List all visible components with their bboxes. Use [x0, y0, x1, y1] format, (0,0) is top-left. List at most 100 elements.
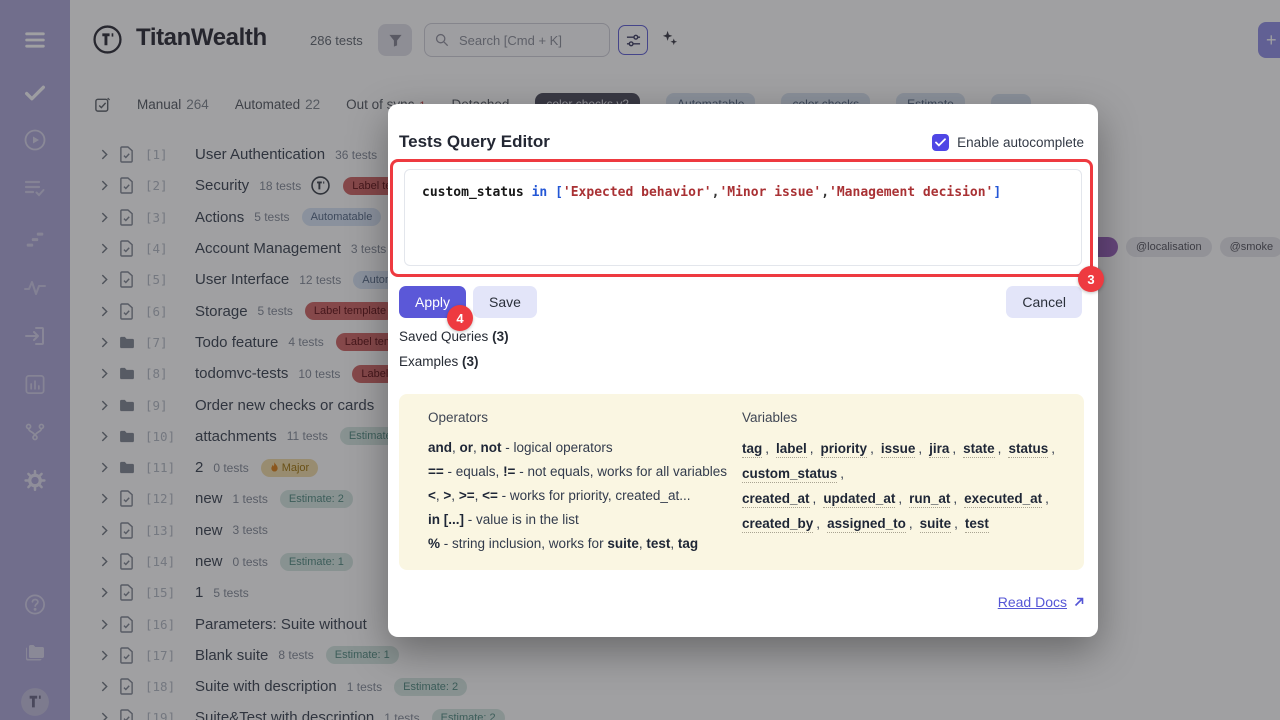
variable-token[interactable]: issue	[881, 441, 916, 458]
code-token: 'Management decision'	[829, 185, 993, 200]
variable-line: created_by,assigned_to,suite,test	[742, 511, 1062, 536]
operator-segment: - string inclusion, works for	[440, 536, 607, 551]
variable-token[interactable]: label	[776, 441, 807, 458]
read-docs-link[interactable]: Read Docs	[998, 594, 1085, 610]
operator-segment: - value is in the list	[464, 512, 579, 527]
variable-token[interactable]: created_at	[742, 491, 810, 508]
variable-separator: ,	[954, 516, 958, 531]
variable-token[interactable]: jira	[929, 441, 949, 458]
external-link-icon	[1073, 596, 1085, 608]
variable-token[interactable]: executed_at	[964, 491, 1042, 508]
variable-separator: ,	[909, 516, 913, 531]
operator-line: % - string inclusion, works for suite, t…	[428, 532, 727, 556]
variable-separator: ,	[1045, 491, 1049, 506]
operator-segment: - equals,	[444, 464, 503, 479]
operator-segment: and	[428, 440, 452, 455]
code-token: 'Expected behavior'	[563, 185, 712, 200]
saved-queries-section[interactable]: Saved Queries (3)	[399, 329, 509, 344]
read-docs-label: Read Docs	[998, 594, 1067, 610]
operator-segment: ,	[475, 488, 483, 503]
operator-segment: ,	[451, 488, 459, 503]
variable-token[interactable]: status	[1008, 441, 1048, 458]
code-token	[524, 185, 532, 200]
variable-separator: ,	[810, 441, 814, 456]
operator-segment: - logical operators	[502, 440, 613, 455]
operator-segment: test	[646, 536, 670, 551]
operator-segment: or	[460, 440, 474, 455]
step-badge-4: 4	[447, 305, 473, 331]
step-badge-3: 3	[1078, 266, 1104, 292]
saved-queries-label: Saved Queries	[399, 329, 488, 344]
operators-title: Operators	[428, 410, 488, 425]
variable-separator: ,	[898, 491, 902, 506]
operators-lines: and, or, not - logical operators== - equ…	[428, 436, 727, 556]
saved-queries-count: (3)	[492, 329, 509, 344]
variable-token[interactable]: custom_status	[742, 466, 837, 483]
variable-line: tag,label,priority,issue,jira,state,stat…	[742, 436, 1062, 461]
operator-line: <, >, >=, <= - works for priority, creat…	[428, 484, 727, 508]
variable-separator: ,	[840, 466, 844, 481]
variable-token[interactable]: created_by	[742, 516, 813, 533]
query-reference-panel: Operators Variables and, or, not - logic…	[399, 394, 1084, 570]
variable-token[interactable]: run_at	[909, 491, 950, 508]
variable-separator: ,	[1051, 441, 1055, 456]
variable-token[interactable]: priority	[821, 441, 868, 458]
operator-segment: - not equals, works for all variables	[515, 464, 727, 479]
operator-segment: suite	[607, 536, 639, 551]
checkbox-checked-icon[interactable]	[932, 134, 949, 151]
examples-count: (3)	[462, 354, 479, 369]
variable-separator: ,	[953, 491, 957, 506]
code-token: custom_status	[422, 185, 524, 200]
variable-token[interactable]: suite	[920, 516, 952, 533]
variable-separator: ,	[952, 441, 956, 456]
code-token: [	[555, 185, 563, 200]
operator-segment: tag	[678, 536, 698, 551]
operator-segment: >=	[459, 488, 475, 503]
operator-segment: ,	[473, 440, 481, 455]
operator-segment: <	[428, 488, 436, 503]
variable-separator: ,	[998, 441, 1002, 456]
code-token: 'Minor issue'	[719, 185, 821, 200]
tests-query-editor-modal: Tests Query Editor Enable autocomplete c…	[388, 104, 1098, 637]
operator-segment: ==	[428, 464, 444, 479]
code-token: ]	[993, 185, 1001, 200]
examples-label: Examples	[399, 354, 458, 369]
operator-line: in [...] - value is in the list	[428, 508, 727, 532]
variable-separator: ,	[813, 491, 817, 506]
variable-token[interactable]: test	[965, 516, 989, 533]
operator-segment: ,	[670, 536, 678, 551]
variable-separator: ,	[816, 516, 820, 531]
variable-token[interactable]: tag	[742, 441, 762, 458]
operator-segment: - works for priority, created_at...	[498, 488, 691, 503]
variable-separator: ,	[918, 441, 922, 456]
code-token: ,	[821, 185, 829, 200]
operator-line: == - equals, != - not equals, works for …	[428, 460, 727, 484]
modal-title: Tests Query Editor	[399, 132, 550, 152]
code-token	[547, 185, 555, 200]
variable-line: custom_status,	[742, 461, 1062, 486]
variable-token[interactable]: assigned_to	[827, 516, 906, 533]
operator-segment: in [...]	[428, 512, 464, 527]
operator-segment: <=	[482, 488, 498, 503]
variable-separator: ,	[765, 441, 769, 456]
variable-line: created_at,updated_at,run_at,executed_at…	[742, 486, 1062, 511]
query-code[interactable]: custom_status in ['Expected behavior','M…	[422, 185, 1001, 200]
save-button[interactable]: Save	[473, 286, 537, 318]
autocomplete-label: Enable autocomplete	[957, 135, 1084, 150]
enable-autocomplete-toggle[interactable]: Enable autocomplete	[932, 134, 1084, 151]
operator-line: and, or, not - logical operators	[428, 436, 727, 460]
variable-token[interactable]: updated_at	[823, 491, 895, 508]
variables-title: Variables	[742, 410, 797, 425]
code-token: in	[532, 185, 548, 200]
cancel-button[interactable]: Cancel	[1006, 286, 1082, 318]
variable-token[interactable]: state	[963, 441, 995, 458]
variable-separator: ,	[870, 441, 874, 456]
operator-segment: not	[481, 440, 502, 455]
query-editor[interactable]	[404, 169, 1082, 266]
operator-segment: !=	[503, 464, 515, 479]
app-root: TitanWealth 286 tests + Manual264Automat…	[0, 0, 1280, 720]
examples-section[interactable]: Examples (3)	[399, 354, 479, 369]
variables-lines: tag,label,priority,issue,jira,state,stat…	[742, 436, 1062, 536]
operator-segment: %	[428, 536, 440, 551]
operator-segment: ,	[452, 440, 460, 455]
